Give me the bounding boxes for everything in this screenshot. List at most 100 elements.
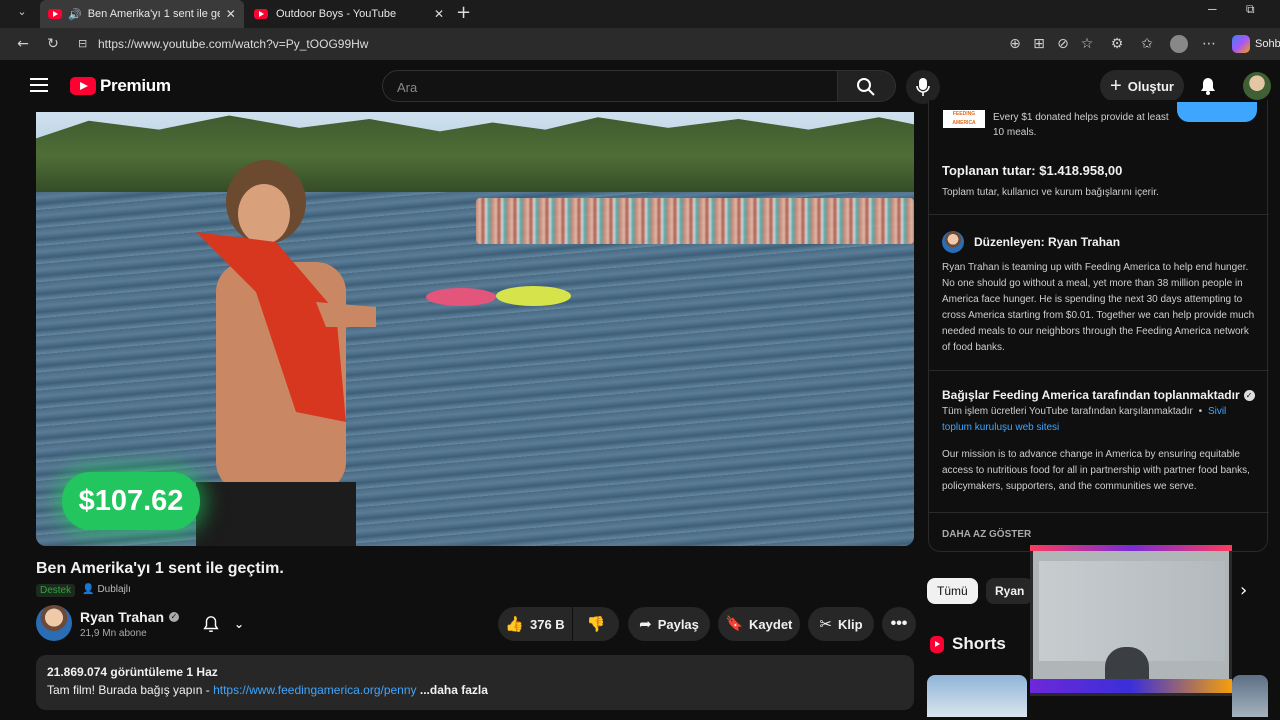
youtube-logo[interactable]: Premium [70, 76, 171, 96]
organizer-description: Ryan Trahan is teaming up with Feeding A… [942, 262, 1255, 353]
channel-avatar[interactable] [36, 605, 72, 641]
donate-tag[interactable]: Destek [36, 584, 76, 597]
more-horizontal-icon: ••• [890, 615, 908, 632]
browser-tab-video[interactable]: 🔊 Ben Amerika'yı 1 sent ile geçtim ✕ [40, 0, 244, 28]
restore-icon[interactable]: ⧉ [1246, 2, 1260, 18]
shorts-thumbnail[interactable] [1232, 675, 1268, 717]
translate-icon[interactable]: ⊕ [1006, 35, 1024, 53]
subscriber-count: 21,9 Mn abone [80, 628, 147, 639]
organizer-avatar[interactable] [942, 231, 964, 253]
chip-all[interactable]: Tümü [927, 578, 978, 604]
browser-toolbar: ← ↻ ⊟ https://www.youtube.com/watch?v=Py… [0, 28, 1280, 60]
total-note: Toplam tutar, kullanıcı ve kurum bağışla… [942, 187, 1159, 198]
show-more-link[interactable]: ...daha fazla [417, 683, 488, 697]
chips-next-icon[interactable]: › [1240, 580, 1258, 602]
feeding-america-logo: FEEDING AMERICA [943, 110, 985, 128]
chip-ryan[interactable]: Ryan [986, 578, 1034, 604]
share-button[interactable]: ➦ Paylaş [628, 607, 710, 641]
browser-tab-title: Outdoor Boys - YouTube [276, 8, 397, 20]
donation-amount-badge: $107.62 [62, 472, 200, 530]
dislike-button[interactable]: 👎 [573, 607, 619, 641]
meal-line: Every $1 donated helps provide at least … [993, 112, 1169, 138]
subscription-bell-button[interactable]: ⌄ [190, 607, 256, 641]
collector-label-text: Bağışlar Feeding America tarafından topl… [942, 388, 1240, 402]
webcam-frame-bottom [1030, 679, 1232, 693]
search-icon [857, 78, 875, 96]
search-box[interactable] [382, 70, 838, 102]
search-input[interactable] [397, 77, 817, 97]
notifications-bell-icon[interactable] [1198, 76, 1218, 96]
scissors-icon: ✂ [819, 615, 832, 633]
create-label: Oluştur [1127, 78, 1174, 94]
video-title: Ben Amerika'yı 1 sent ile geçtim. [36, 560, 284, 577]
reload-icon[interactable]: ↻ [44, 35, 62, 53]
youtube-favicon-icon [254, 9, 268, 19]
minimize-icon[interactable]: ─ [1208, 2, 1222, 18]
menu-icon[interactable] [30, 76, 48, 94]
webcam-frame-top [1030, 545, 1232, 551]
new-tab-icon[interactable]: + [456, 2, 474, 24]
dubbed-tag: 👤 Dublajlı [82, 584, 131, 595]
browser-tab-outdoor-boys[interactable]: Outdoor Boys - YouTube ✕ [246, 0, 446, 28]
like-count: 376 B [529, 616, 565, 632]
webcam-wall [1039, 561, 1225, 661]
thumbs-down-icon: 👎 [586, 615, 606, 633]
speaker-icon[interactable]: 🔊 [68, 8, 82, 21]
divider [929, 370, 1269, 371]
video-player[interactable]: $107.62 [36, 112, 914, 546]
description-box[interactable]: 21.869.074 görüntüleme 1 Haz Tam film! B… [36, 655, 914, 710]
dubbed-label: Dublajlı [97, 584, 131, 595]
profile-avatar[interactable] [1170, 35, 1188, 53]
separator-dot: • [1198, 406, 1203, 417]
youtube-play-icon [70, 77, 96, 95]
user-avatar[interactable] [1243, 72, 1271, 100]
more-menu-icon[interactable]: ⋯ [1200, 35, 1218, 53]
back-icon[interactable]: ← [14, 35, 32, 53]
browser-tab-title: Ben Amerika'yı 1 sent ile geçtim [87, 8, 220, 20]
logo-premium-text: Premium [100, 76, 171, 95]
voice-search-button[interactable] [906, 70, 940, 104]
favorite-star-icon[interactable]: ☆ [1078, 35, 1096, 53]
divider [929, 214, 1269, 215]
shorts-thumbnail[interactable] [927, 675, 1027, 717]
shorts-header: Shorts [930, 634, 1006, 654]
webcam-overlay [1030, 545, 1232, 696]
description-prefix: Tam film! Burada bağış yapın - [47, 683, 214, 697]
donate-button[interactable] [1177, 102, 1257, 122]
close-tab-icon[interactable]: ✕ [434, 7, 444, 21]
like-button[interactable]: 👍 376 B [498, 607, 572, 641]
plus-icon: + [1110, 75, 1122, 97]
save-button[interactable]: 🔖 Kaydet [718, 607, 800, 641]
chevron-down-icon: ⌄ [233, 617, 245, 631]
favorites-icon[interactable]: ✩ [1138, 35, 1156, 53]
description-link[interactable]: https://www.feedingamerica.org/penny [213, 683, 416, 697]
save-label: Kaydet [749, 616, 793, 632]
collector-note: Tüm işlem ücretleri YouTube tarafından k… [942, 404, 1256, 436]
collector-label: Bağışlar Feeding America tarafından topl… [942, 388, 1255, 402]
tracking-icon[interactable]: ⊘ [1054, 35, 1072, 53]
bell-icon [203, 616, 219, 632]
copilot-label[interactable]: Sohb [1255, 38, 1280, 50]
url-text: https://www.youtube.com/watch?v=Py_tOOG9… [98, 37, 369, 51]
microphone-icon [916, 78, 930, 96]
copilot-icon[interactable] [1232, 35, 1250, 53]
apps-icon[interactable]: ⊞ [1030, 35, 1048, 53]
create-button[interactable]: + Oluştur [1100, 70, 1184, 102]
close-tab-icon[interactable]: ✕ [226, 7, 236, 21]
channel-name[interactable]: Ryan Trahan ✓ [80, 609, 180, 625]
extensions-icon[interactable]: ⚙ [1108, 35, 1126, 53]
organizer-label: Düzenleyen: Ryan Trahan [974, 235, 1121, 249]
tab-list-chevron-icon[interactable]: ⌄ [12, 5, 32, 23]
thumbs-up-icon: 👍 [505, 615, 524, 633]
browser-tab-strip: ⌄ 🔊 Ben Amerika'yı 1 sent ile geçtim ✕ O… [0, 0, 1280, 28]
fundraiser-panel: FEEDING AMERICA Every $1 donated helps p… [928, 100, 1269, 552]
more-actions-button[interactable]: ••• [882, 607, 916, 641]
shorts-icon [930, 635, 944, 653]
search-button[interactable] [838, 70, 896, 102]
youtube-favicon-icon [48, 9, 62, 19]
address-bar[interactable]: ⊟ https://www.youtube.com/watch?v=Py_tOO… [70, 31, 1100, 57]
clip-button[interactable]: ✂ Klip [808, 607, 874, 641]
show-less-button[interactable]: DAHA AZ GÖSTER [942, 529, 1031, 540]
divider [929, 512, 1269, 513]
site-info-icon[interactable]: ⊟ [78, 37, 87, 50]
